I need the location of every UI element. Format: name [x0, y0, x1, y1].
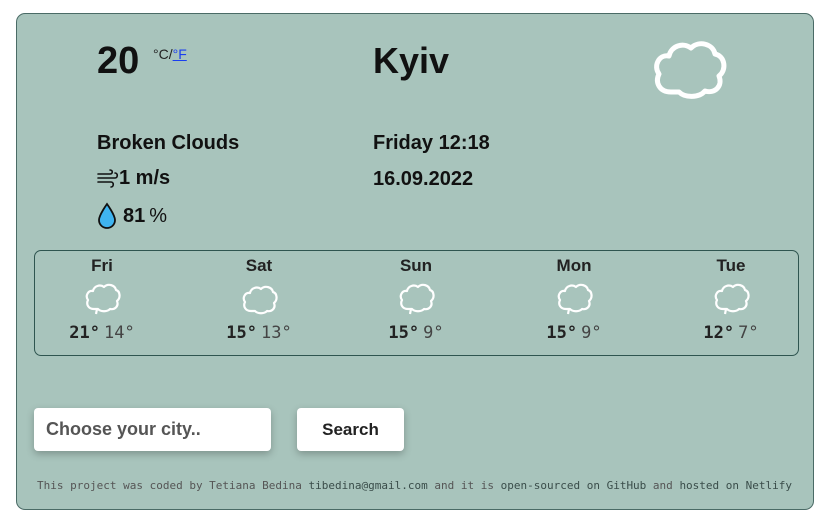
unit-fahrenheit-link[interactable]: °F	[173, 46, 187, 62]
day-time: Friday 12:18	[373, 132, 490, 154]
forecast-day: Sun 15° 9°	[356, 251, 476, 343]
forecast-min: 13°	[261, 323, 292, 343]
forecast-day: Fri 21° 14°	[42, 251, 162, 343]
city-name: Kyiv	[373, 40, 450, 81]
forecast-day-name: Mon	[556, 256, 592, 275]
unit-celsius: °C	[153, 46, 169, 62]
footer-credits: This project was coded by Tetiana Bedina…	[37, 479, 792, 492]
footer-text: and	[646, 479, 680, 492]
cloud-icon	[85, 283, 121, 315]
weather-card: 20 °C / °F Kyiv Broken Clouds 1 m/s 81 %…	[16, 13, 814, 510]
cloud-icon	[654, 41, 727, 99]
humidity-unit: %	[149, 204, 168, 227]
forecast-day-name: Fri	[91, 256, 113, 275]
footer-text: This project was coded by Tetiana Bedina	[37, 479, 309, 492]
current-date: 16.09.2022	[373, 168, 474, 190]
forecast-max: 15°	[388, 323, 420, 343]
forecast-panel: Fri 21° 14° Sat 15° 13° Sun 15° 9° Mon 1…	[34, 250, 799, 356]
water-drop-icon	[98, 202, 116, 229]
forecast-day: Mon 15° 9°	[514, 251, 634, 343]
humidity-info: 81 %	[97, 202, 167, 230]
wind-speed: 1 m/s	[119, 167, 171, 189]
forecast-day-name: Tue	[716, 256, 746, 275]
city-search-input[interactable]	[34, 408, 271, 451]
wind-info: 1 m/s	[97, 167, 170, 190]
search-button[interactable]: Search	[297, 408, 404, 451]
forecast-day-name: Sun	[399, 256, 433, 275]
weather-description: Broken Clouds	[97, 132, 240, 154]
cloud-icon	[242, 285, 278, 315]
forecast-min: 9°	[423, 323, 444, 343]
wind-icon	[97, 168, 119, 188]
forecast-max: 15°	[226, 323, 257, 343]
cloud-icon	[714, 283, 750, 315]
forecast-day: Sat 15° 13°	[199, 251, 319, 343]
forecast-min: 9°	[581, 323, 602, 343]
forecast-max: 21°	[69, 323, 100, 343]
author-email-link[interactable]: tibedina@gmail.com	[309, 479, 428, 492]
forecast-max: 15°	[546, 323, 578, 343]
humidity-value: 81	[123, 204, 146, 227]
forecast-max: 12°	[703, 323, 735, 343]
forecast-day-name: Sat	[245, 256, 273, 275]
cloud-icon	[557, 283, 593, 315]
forecast-min: 7°	[738, 323, 759, 343]
netlify-link[interactable]: hosted on Netlify	[679, 479, 792, 492]
footer-text: and it is	[427, 479, 501, 492]
current-temperature: 20	[97, 40, 140, 82]
github-link[interactable]: open-sourced on GitHub	[501, 479, 647, 492]
unit-switcher: °C / °F	[153, 46, 187, 62]
cloud-icon	[399, 283, 435, 315]
forecast-day: Tue 12° 7°	[671, 251, 791, 343]
forecast-min: 14°	[104, 323, 135, 343]
